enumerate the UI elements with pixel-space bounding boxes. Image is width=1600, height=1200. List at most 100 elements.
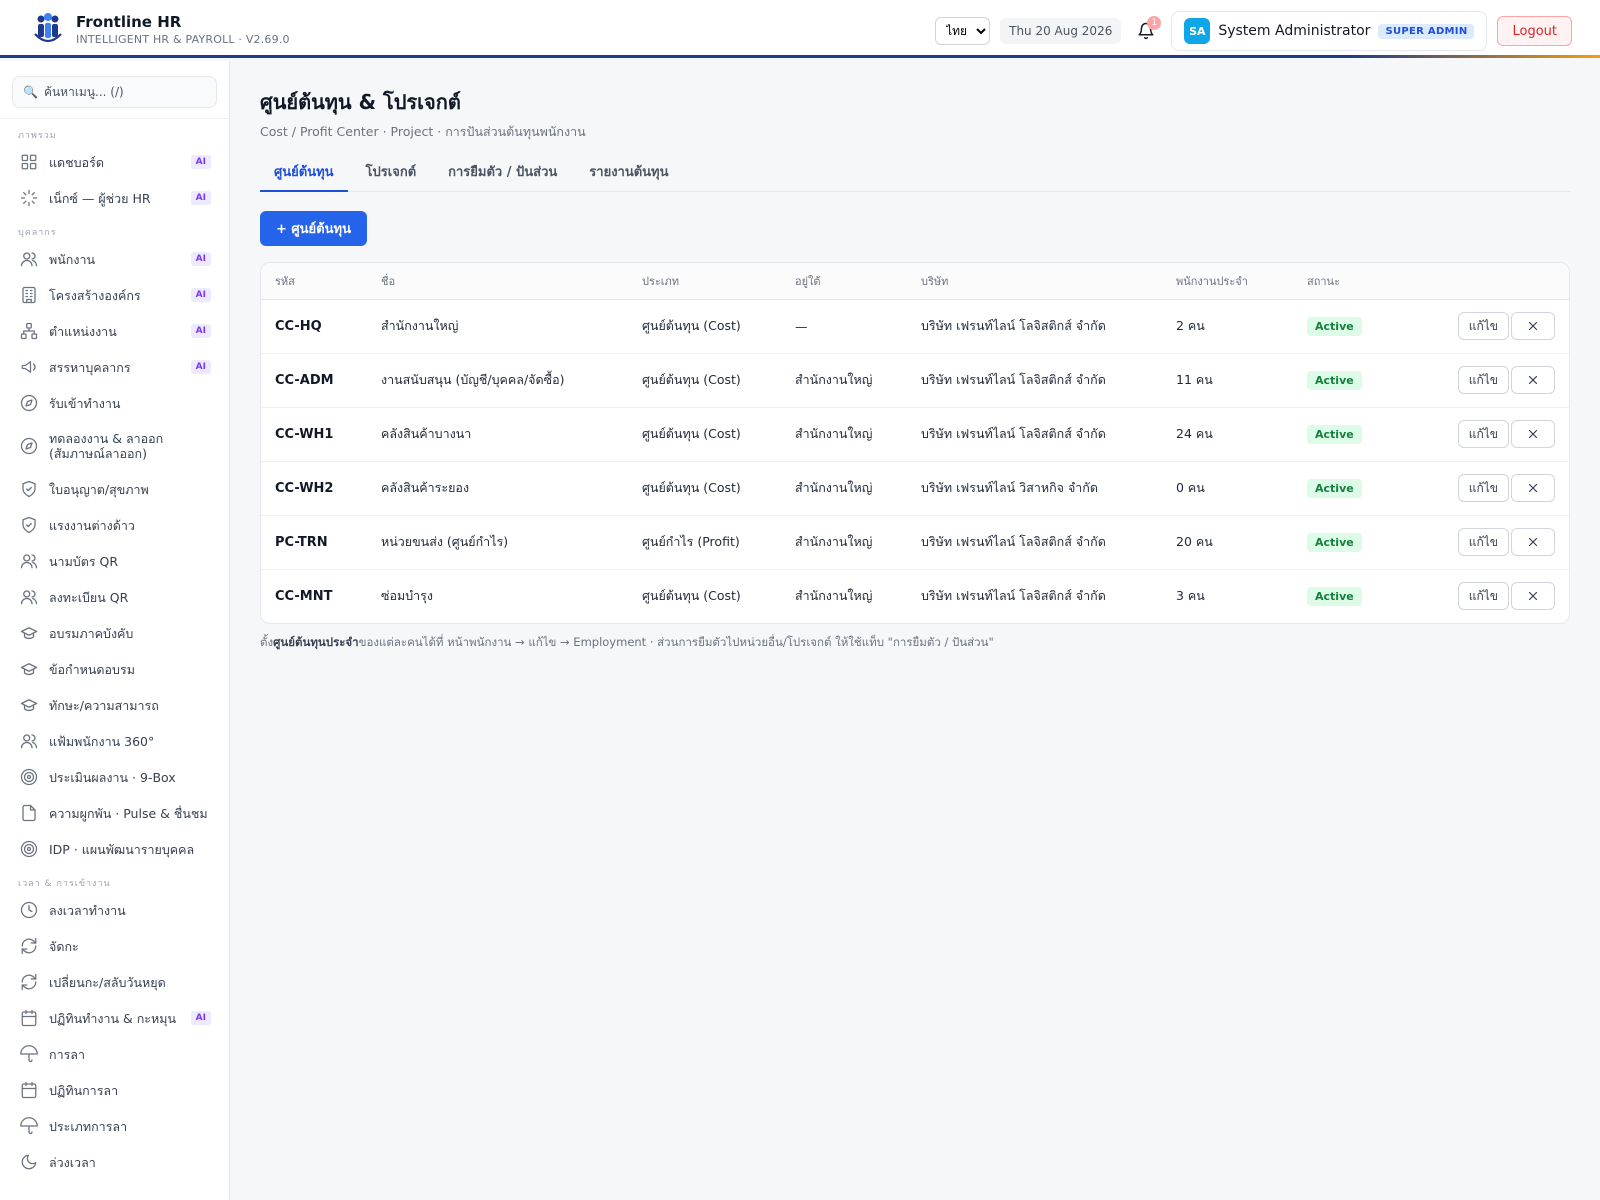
calendar-icon: [21, 1009, 37, 1027]
edit-button[interactable]: แก้ไข: [1457, 420, 1509, 448]
cell-actions: แก้ไข: [1413, 515, 1569, 570]
sidebar-item[interactable]: ล่วงเวลา: [0, 1144, 229, 1180]
delete-button[interactable]: [1511, 528, 1555, 556]
sidebar-item[interactable]: ใบอนุญาต/สุขภาพ: [0, 471, 229, 507]
sidebar-item-label: ปฏิทินการลา: [49, 1082, 119, 1098]
tab-projects[interactable]: โปรเจกต์: [352, 162, 431, 192]
status-badge: Active: [1307, 370, 1362, 390]
sidebar-item-label: การลา: [49, 1046, 85, 1062]
sidebar-item[interactable]: ปฏิทินการลา: [0, 1072, 229, 1108]
delete-button[interactable]: [1511, 420, 1555, 448]
sidebar-item[interactable]: การลา: [0, 1036, 229, 1072]
cell-actions: แก้ไข: [1413, 353, 1569, 408]
sidebar-item-label: ทดลองงาน & ลาออก (สัมภาษณ์ลาออก): [49, 431, 164, 461]
sidebar-item[interactable]: ทดลองงาน & ลาออก (สัมภาษณ์ลาออก): [0, 421, 229, 471]
cell-name: สำนักงานใหญ่: [367, 299, 628, 354]
edit-button[interactable]: แก้ไข: [1457, 474, 1509, 502]
menu-search[interactable]: 🔍: [12, 76, 217, 108]
add-cost-center-button[interactable]: + ศูนย์ต้นทุน: [260, 211, 367, 246]
cell-parent: สำนักงานใหญ่: [795, 588, 873, 604]
table-row[interactable]: CC-ADM งานสนับสนุน (บัญชี/บุคคล/จัดซื้อ) ศ…: [261, 353, 1569, 408]
sidebar-item[interactable]: ความผูกพัน · Pulse & ชื่นชม: [0, 795, 229, 831]
tab-secondment-allocation[interactable]: การยืมตัว / ปันส่วน: [434, 162, 571, 192]
cell-actions: แก้ไข: [1413, 299, 1569, 354]
sidebar-item[interactable]: ปฏิทินทำงาน & กะหมุน AI: [0, 1000, 229, 1036]
delete-button[interactable]: [1511, 474, 1555, 502]
table-row[interactable]: CC-WH2 คลังสินค้าระยอง ศูนย์ต้นทุน (Cost) ส…: [261, 461, 1569, 516]
sidebar-item[interactable]: ประเภทการลา: [0, 1108, 229, 1144]
cell-code: CC-WH1: [261, 407, 367, 462]
language-select[interactable]: ไทย: [935, 17, 991, 45]
tab-bar: ศูนย์ต้นทุน โปรเจกต์ การยืมตัว / ปันส่วน…: [260, 162, 1570, 192]
sidebar-item[interactable]: ข้อกำหนดอบรม: [0, 651, 229, 687]
sidebar-item[interactable]: แฟ้มพนักงาน 360°: [0, 723, 229, 759]
delete-button[interactable]: [1511, 582, 1555, 611]
sidebar-item[interactable]: พนักงาน AI: [0, 241, 229, 277]
sidebar-item[interactable]: เน็กซ์ — ผู้ช่วย HR AI: [0, 180, 229, 216]
megaphone-icon: [21, 361, 36, 373]
sidebar-item[interactable]: ลงเวลาทำงาน: [0, 892, 229, 928]
table-row[interactable]: CC-HQ สำนักงานใหญ่ ศูนย์ต้นทุน (Cost) — บริษ…: [261, 299, 1569, 354]
sidebar-item[interactable]: แรงงานต่างด้าว: [0, 507, 229, 543]
delete-button[interactable]: [1511, 366, 1555, 394]
sidebar-item[interactable]: IDP · แผนพัฒนารายบุคคล: [0, 831, 229, 867]
cell-status: Active: [1293, 569, 1413, 623]
cell-status: Active: [1293, 407, 1413, 462]
sidebar-item[interactable]: สรรหาบุคลากร AI: [0, 349, 229, 385]
sidebar-item-label: ข้อกำหนดอบรม: [49, 661, 135, 677]
sidebar-item[interactable]: เปลี่ยนกะ/สลับวันหยุด: [0, 964, 229, 1000]
logout-button[interactable]: Logout: [1497, 16, 1572, 46]
footnote-text: ของแต่ละคนได้ที่ หน้าพนักงาน → แก้ไข → E…: [358, 635, 994, 649]
delete-button[interactable]: [1511, 312, 1555, 340]
shield-icon: [22, 480, 36, 498]
cell-code: PC-TRN: [261, 515, 367, 570]
cell-actions: แก้ไข: [1413, 461, 1569, 516]
close-icon: [1528, 429, 1538, 439]
edit-button[interactable]: แก้ไข: [1457, 312, 1509, 340]
cell-parent: สำนักงานใหญ่: [781, 353, 907, 408]
sidebar-item-label: แดชบอร์ด: [49, 154, 104, 170]
sidebar-item[interactable]: โครงสร้างองค์กร AI: [0, 277, 229, 313]
tab-cost-report[interactable]: รายงานต้นทุน: [575, 162, 682, 192]
sidebar-item[interactable]: อบรมภาคบังคับ: [0, 615, 229, 651]
cell-company: บริษัท เฟรนท์ไลน์ โลจิสติกส์ จำกัด: [921, 588, 1106, 604]
menu-search-input[interactable]: [43, 85, 194, 99]
sidebar-item[interactable]: ตำแหน่งงาน AI: [0, 313, 229, 349]
edit-button[interactable]: แก้ไข: [1457, 528, 1509, 556]
sidebar-item[interactable]: ประเมินผลงาน · 9-Box: [0, 759, 229, 795]
sidebar-item-label: สรรหาบุคลากร: [49, 359, 131, 375]
cell-company: บริษัท เฟรนท์ไลน์ โลจิสติกส์ จำกัด: [907, 353, 1162, 408]
status-badge: Active: [1307, 532, 1362, 552]
status-badge: Active: [1307, 478, 1362, 498]
cell-code: CC-ADM: [261, 353, 367, 408]
sidebar-item[interactable]: ลงทะเบียน QR: [0, 579, 229, 615]
user-menu[interactable]: SA System Administrator SUPER ADMIN: [1171, 11, 1488, 51]
sidebar-item[interactable]: นามบัตร QR: [0, 543, 229, 579]
table-row[interactable]: CC-WH1 คลังสินค้าบางนา ศูนย์ต้นทุน (Cost) ส…: [261, 407, 1569, 462]
sidebar-item[interactable]: รับเข้าทำงาน: [0, 385, 229, 421]
sidebar-section-title: ภาพรวม: [18, 131, 57, 141]
tab-cost-centers[interactable]: ศูนย์ต้นทุน: [260, 162, 348, 192]
sidebar-nav: ภาพรวม แดชบอร์ด AI เน็กซ์ — ผู้ช่วย HR AI บุค…: [0, 128, 229, 1180]
table-header-row: รหัส ชื่อ ประเภท อยู่ใต้ บริษัท พนักงานป…: [261, 263, 1569, 300]
table-row[interactable]: CC-MNT ซ่อมบำรุง ศูนย์ต้นทุน (Cost) สำนักงา…: [261, 569, 1569, 623]
cell-type: ศูนย์ต้นทุน (Cost): [628, 407, 781, 462]
sidebar-item[interactable]: แดชบอร์ด AI: [0, 144, 229, 180]
notification-button[interactable]: 1: [1131, 16, 1162, 46]
sidebar-item-label: ทักษะ/ความสามารถ: [49, 697, 159, 713]
graduation-cap-icon: [20, 663, 38, 676]
cell-company: บริษัท เฟรนท์ไลน์ โลจิสติกส์ จำกัด: [907, 407, 1162, 462]
sidebar-item[interactable]: ทักษะ/ความสามารถ: [0, 687, 229, 723]
sidebar: 🔍 ภาพรวมแดชบอร์ด AI เน็กซ์ — ผู้ช่วย HR AI บ…: [0, 61, 230, 1200]
sidebar-item-label: ตำแหน่งงาน: [49, 323, 117, 339]
brand[interactable]: Frontline HR INTELLIGENT HR & PAYROLL · …: [32, 12, 290, 46]
sidebar-item-label: โครงสร้างองค์กร: [49, 287, 141, 303]
sidebar-item[interactable]: จัดกะ: [0, 928, 229, 964]
edit-button[interactable]: แก้ไข: [1457, 366, 1509, 394]
edit-button[interactable]: แก้ไข: [1457, 582, 1509, 611]
ai-badge: AI: [190, 191, 211, 205]
building-icon: [22, 286, 36, 304]
avatar: SA: [1184, 18, 1211, 44]
cell-type: ศูนย์ต้นทุน (Cost): [628, 461, 781, 516]
table-row[interactable]: PC-TRN หน่วยขนส่ง (ศูนย์กำไร) ศูนย์กำไร (P…: [261, 515, 1569, 570]
